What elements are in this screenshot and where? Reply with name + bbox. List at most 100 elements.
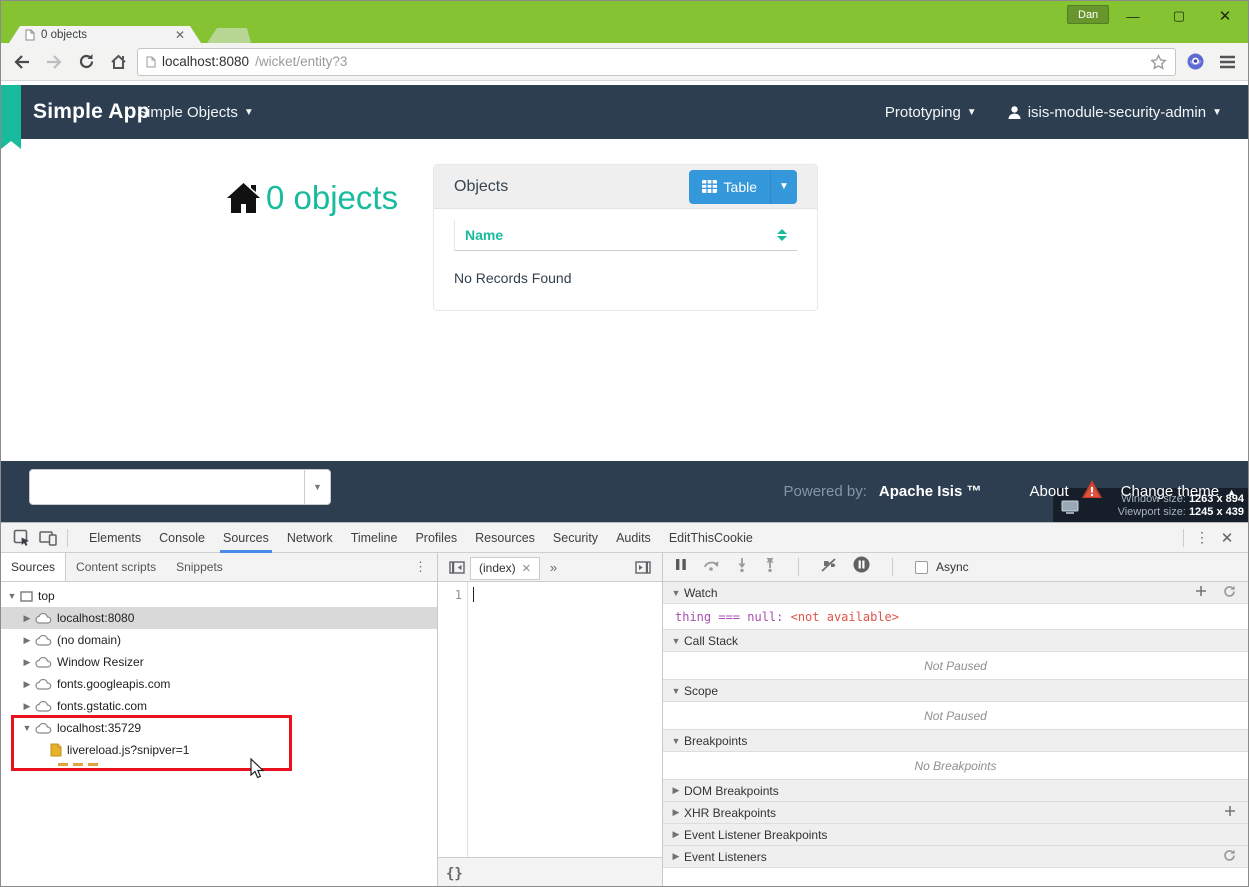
refresh-icon[interactable] — [1223, 849, 1236, 865]
deactivate-breakpoints-icon[interactable] — [821, 558, 837, 577]
devtools-menu-icon[interactable]: ⋮ — [1190, 529, 1214, 546]
disclosure-icon[interactable]: ▼ — [22, 723, 32, 733]
devtools-tab-profiles[interactable]: Profiles — [406, 523, 466, 553]
devtools-tab-security[interactable]: Security — [544, 523, 607, 553]
browser-tab[interactable]: 0 objects ✕ — [9, 26, 201, 43]
refresh-icon[interactable] — [1223, 585, 1236, 601]
url-bar[interactable]: localhost:8080/wicket/entity?3 — [137, 48, 1176, 76]
section-header-dom-breakpoints[interactable]: ▶DOM Breakpoints — [663, 780, 1248, 802]
section-header-event-listeners[interactable]: ▶Event Listeners — [663, 846, 1248, 868]
sidebar-tab-sources[interactable]: Sources — [1, 553, 66, 581]
table-column-header[interactable]: Name — [454, 220, 797, 251]
profile-badge[interactable]: Dan — [1067, 5, 1109, 24]
disclosure-icon[interactable]: ▶ — [671, 851, 681, 862]
step-into-icon[interactable] — [736, 558, 748, 577]
maximize-button[interactable]: ▢ — [1156, 1, 1202, 31]
disclosure-icon[interactable]: ▼ — [671, 736, 681, 746]
toggle-navigator-icon[interactable] — [444, 554, 470, 580]
disclosure-icon[interactable]: ▼ — [671, 686, 681, 696]
bookmark-star-icon[interactable] — [1150, 54, 1167, 70]
async-checkbox[interactable] — [915, 561, 928, 574]
home-button[interactable] — [105, 49, 131, 75]
menu-icon[interactable] — [1214, 49, 1240, 75]
extension-icon[interactable] — [1182, 49, 1208, 75]
add-icon[interactable] — [1224, 805, 1236, 820]
devtools-tab-console[interactable]: Console — [150, 523, 214, 553]
devtools-tab-network[interactable]: Network — [278, 523, 342, 553]
disclosure-icon[interactable]: ▶ — [22, 679, 32, 690]
editor-statusbar: {} — [438, 857, 662, 887]
section-title: Scope — [684, 684, 1240, 698]
reload-button[interactable] — [73, 49, 99, 75]
section-header-watch[interactable]: ▼Watch — [663, 582, 1248, 604]
code-area[interactable] — [469, 582, 662, 857]
menu-simple-objects[interactable]: Simple Objects ▼ — [137, 104, 254, 121]
pause-script-icon[interactable] — [675, 558, 687, 576]
disclosure-icon[interactable]: ▶ — [22, 635, 32, 646]
section-header-call-stack[interactable]: ▼Call Stack — [663, 630, 1248, 652]
disclosure-icon[interactable]: ▼ — [7, 591, 17, 601]
forward-button[interactable] — [41, 49, 67, 75]
table-view-caret[interactable]: ▼ — [770, 170, 797, 204]
pause-on-exceptions-icon[interactable] — [853, 556, 870, 578]
theme-select[interactable]: ▼ — [29, 469, 331, 505]
close-button[interactable]: ✕ — [1202, 1, 1248, 31]
about-link[interactable]: About — [1029, 483, 1068, 500]
disclosure-icon[interactable]: ▶ — [671, 829, 681, 840]
tree-item-fonts-gstatic-com[interactable]: ▶fonts.gstatic.com — [1, 695, 437, 717]
tree-item-localhost-8080[interactable]: ▶ localhost:8080 — [1, 607, 437, 629]
tree-item-livereload-js-snipver-1[interactable]: livereload.js?snipver=1 — [1, 739, 437, 761]
disclosure-icon[interactable]: ▶ — [671, 807, 681, 818]
tree-item-fonts-googleapis-com[interactable]: ▶fonts.googleapis.com — [1, 673, 437, 695]
tab-close-icon[interactable]: ✕ — [522, 562, 531, 575]
tree-item-label: localhost:8080 — [57, 611, 134, 625]
tree-item-localhost-35729[interactable]: ▼localhost:35729 — [1, 717, 437, 739]
disclosure-icon[interactable]: ▼ — [671, 636, 681, 646]
sort-icon[interactable] — [777, 229, 787, 241]
devtools-close-icon[interactable]: ✕ — [1214, 529, 1240, 547]
back-button[interactable] — [9, 49, 35, 75]
section-header-xhr-breakpoints[interactable]: ▶XHR Breakpoints — [663, 802, 1248, 824]
section-header-event-listener-breakpoints[interactable]: ▶Event Listener Breakpoints — [663, 824, 1248, 846]
chevron-down-icon: ▼ — [1212, 107, 1222, 118]
toggle-debugger-sidebar-icon[interactable] — [630, 554, 656, 580]
new-tab-button[interactable] — [207, 28, 251, 43]
devtools-tab-resources[interactable]: Resources — [466, 523, 544, 553]
section-header-scope[interactable]: ▼Scope — [663, 680, 1248, 702]
devtools-tab-elements[interactable]: Elements — [80, 523, 150, 553]
watch-expression-row[interactable]: thing === null: <not available> — [663, 604, 1248, 630]
device-toolbar-icon[interactable] — [35, 525, 61, 551]
disclosure-icon[interactable]: ▶ — [22, 657, 32, 668]
tab-close-icon[interactable]: ✕ — [175, 29, 185, 41]
cloud-icon — [35, 657, 52, 668]
devtools-tab-editthiscookie[interactable]: EditThisCookie — [660, 523, 762, 553]
devtools-tab-sources[interactable]: Sources — [214, 523, 278, 553]
disclosure-icon[interactable]: ▼ — [671, 588, 681, 598]
add-icon[interactable] — [1195, 585, 1207, 601]
devtools-tab-timeline[interactable]: Timeline — [342, 523, 407, 553]
sidebar-tab-content-scripts[interactable]: Content scripts — [66, 553, 166, 581]
step-out-icon[interactable] — [764, 558, 776, 577]
tree-item-no-domain[interactable]: ▶(no domain) — [1, 629, 437, 651]
tree-item-window-resizer[interactable]: ▶Window Resizer — [1, 651, 437, 673]
inspect-element-icon[interactable] — [9, 525, 35, 551]
devtools-tab-audits[interactable]: Audits — [607, 523, 660, 553]
sidebar-menu-icon[interactable]: ⋮ — [404, 553, 437, 581]
more-tabs-icon[interactable]: » — [550, 560, 630, 575]
sidebar-tab-snippets[interactable]: Snippets — [166, 553, 233, 581]
sources-sidebar: SourcesContent scriptsSnippets ⋮ ▼top ▶ loc… — [1, 553, 438, 887]
editor-tab-index[interactable]: (index) ✕ — [470, 557, 540, 580]
pretty-print-button[interactable]: {} — [446, 866, 463, 882]
disclosure-icon[interactable]: ▶ — [671, 785, 681, 796]
change-theme-link[interactable]: Change theme — [1121, 483, 1219, 500]
app-brand[interactable]: Simple App — [33, 85, 150, 139]
section-header-breakpoints[interactable]: ▼Breakpoints — [663, 730, 1248, 752]
minimize-button[interactable]: — — [1110, 1, 1156, 31]
menu-user[interactable]: isis-module-security-admin ▼ — [1007, 104, 1222, 121]
disclosure-icon[interactable]: ▶ — [22, 613, 32, 624]
tree-item-top[interactable]: ▼top — [1, 585, 437, 607]
table-view-button[interactable]: Table ▼ — [689, 170, 797, 204]
menu-prototyping[interactable]: Prototyping ▼ — [885, 104, 977, 121]
step-over-icon[interactable] — [703, 558, 720, 576]
disclosure-icon[interactable]: ▶ — [22, 701, 32, 712]
